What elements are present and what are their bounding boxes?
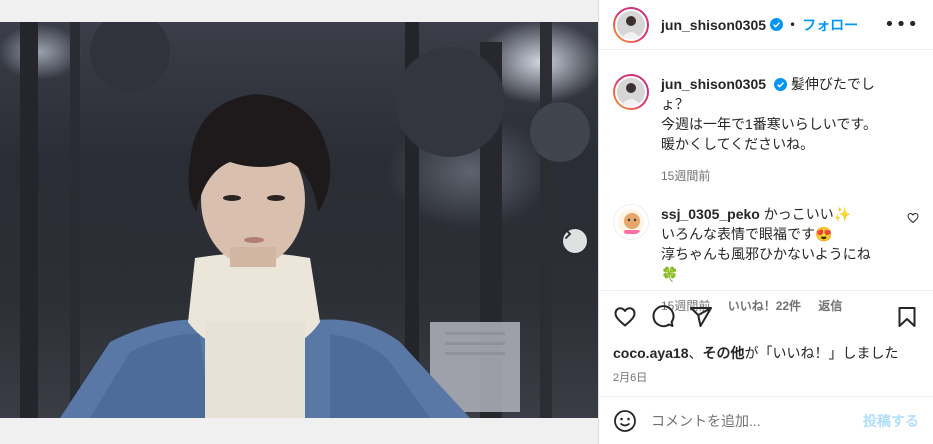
caption: jun_shison0305 髪伸びたでしょ？ 今週は一年で1番寒いらしいです。… bbox=[613, 74, 919, 186]
comment-line-3: 淳ちゃんも風邪ひかないようにね bbox=[661, 246, 871, 262]
post-date[interactable]: 2月6日 bbox=[613, 369, 919, 385]
caption-line-3: 暖かくしてくださいね。 bbox=[661, 136, 815, 152]
post-header: jun_shison0305 • フォロー ••• bbox=[599, 0, 933, 50]
sparkles-emoji: ✨ bbox=[833, 206, 852, 222]
caption-avatar[interactable] bbox=[613, 74, 649, 110]
comment-input[interactable] bbox=[651, 412, 863, 429]
comment-bubble-icon[interactable] bbox=[651, 305, 675, 329]
comment-composer: 投稿する bbox=[599, 396, 933, 444]
heart-eyes-emoji: 😍 bbox=[815, 226, 833, 242]
post-photo[interactable] bbox=[0, 22, 598, 418]
post-comment-button[interactable]: 投稿する bbox=[863, 411, 919, 431]
comment-line-2: いろんな表情で眼福です bbox=[661, 226, 815, 242]
clover-emoji: 🍀 bbox=[661, 266, 679, 282]
caption-username[interactable]: jun_shison0305 bbox=[661, 76, 766, 92]
comment-line-1: かっこいい bbox=[763, 206, 834, 222]
save-bookmark-icon[interactable] bbox=[895, 305, 919, 329]
comment-like-heart-icon[interactable] bbox=[907, 212, 919, 224]
next-image-button[interactable] bbox=[563, 229, 587, 253]
caption-time[interactable]: 15週間前 bbox=[661, 169, 710, 183]
avatar-image bbox=[617, 10, 645, 39]
avatar-image bbox=[617, 78, 645, 106]
author-username[interactable]: jun_shison0305 bbox=[661, 17, 766, 33]
follow-button[interactable]: フォロー bbox=[802, 15, 858, 35]
likes-separator: 、 bbox=[688, 345, 703, 361]
header-separator: • bbox=[789, 17, 797, 32]
post-actions: coco.aya18、その他が「いいね！」しました 2月6日 bbox=[599, 290, 933, 404]
like-heart-icon[interactable] bbox=[613, 305, 637, 329]
more-options-icon[interactable]: ••• bbox=[884, 14, 919, 35]
caption-line-2: 今週は一年で1番寒いらしいです。 bbox=[661, 116, 877, 132]
likes-summary: coco.aya18、その他が「いいね！」しました bbox=[613, 343, 919, 363]
liked-by-others[interactable]: その他 bbox=[703, 345, 745, 361]
emoji-picker-icon[interactable] bbox=[613, 409, 637, 433]
chevron-right-icon bbox=[565, 229, 572, 239]
comments-section: jun_shison0305 髪伸びたでしょ？ 今週は一年で1番寒いらしいです。… bbox=[599, 60, 933, 313]
share-send-icon[interactable] bbox=[689, 305, 713, 329]
avatar-image bbox=[618, 209, 644, 235]
author-avatar[interactable] bbox=[613, 6, 649, 43]
photo-illustration bbox=[20, 22, 590, 418]
liked-by-user[interactable]: coco.aya18 bbox=[613, 345, 689, 361]
photo-pane bbox=[0, 0, 598, 444]
likes-text: が「いいね！」しました bbox=[744, 345, 899, 361]
commenter-username[interactable]: ssj_0305_peko bbox=[661, 206, 760, 222]
verified-badge-icon bbox=[770, 18, 784, 31]
post-panel: jun_shison0305 • フォロー ••• jun_shison0305 bbox=[598, 0, 933, 444]
commenter-avatar[interactable] bbox=[613, 204, 649, 240]
verified-badge-icon bbox=[773, 78, 787, 91]
